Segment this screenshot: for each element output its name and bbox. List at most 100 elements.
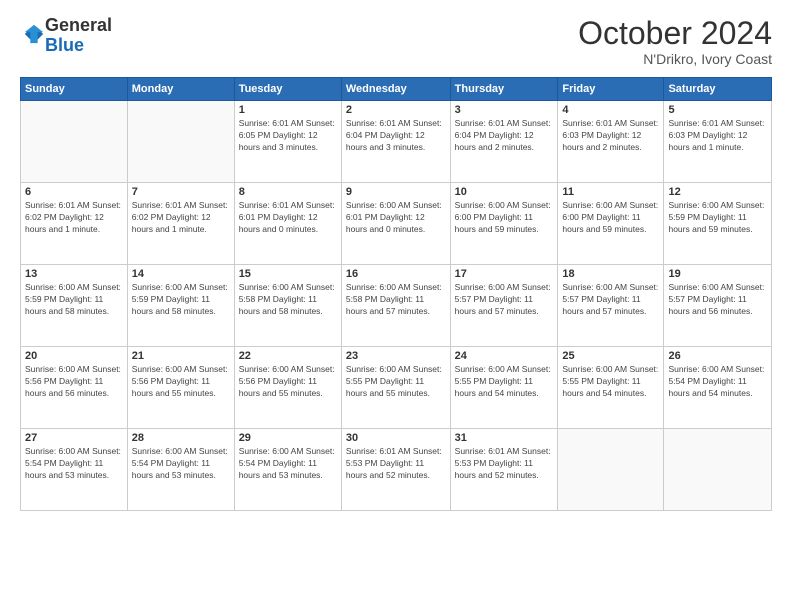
- calendar-cell: 2 Sunrise: 6:01 AM Sunset: 6:04 PM Daylig…: [341, 101, 450, 183]
- calendar-cell: 18 Sunrise: 6:00 AM Sunset: 5:57 PM Dayli…: [558, 265, 664, 347]
- day-info: Sunrise: 6:00 AM Sunset: 5:59 PM Dayligh…: [668, 200, 767, 236]
- calendar-cell: 27Sunrise: 6:00 AM Sunset: 5:54 PM Dayli…: [21, 429, 128, 511]
- day-info: Sunrise: 6:01 AM Sunset: 6:03 PM Dayligh…: [562, 118, 659, 154]
- day-info: Sunrise: 6:01 AM Sunset: 6:02 PM Dayligh…: [25, 200, 123, 236]
- day-number: 26: [668, 350, 767, 362]
- day-info: Sunrise: 6:01 AM Sunset: 6:03 PM Dayligh…: [668, 118, 767, 154]
- calendar-cell: 11Sunrise: 6:00 AM Sunset: 6:00 PM Dayli…: [558, 183, 664, 265]
- calendar-cell: [558, 429, 664, 511]
- day-info: Sunrise: 6:00 AM Sunset: 5:54 PM Dayligh…: [239, 446, 337, 482]
- day-info: Sunrise: 6:00 AM Sunset: 5:57 PM Dayligh…: [668, 282, 767, 318]
- day-info: Sunrise: 6:00 AM Sunset: 5:54 PM Dayligh…: [25, 446, 123, 482]
- day-number: 1: [239, 104, 337, 116]
- calendar-cell: 17 Sunrise: 6:00 AM Sunset: 5:57 PM Dayli…: [450, 265, 558, 347]
- calendar-cell: 9Sunrise: 6:00 AM Sunset: 6:01 PM Daylig…: [341, 183, 450, 265]
- day-number: 22: [239, 350, 337, 362]
- day-info: Sunrise: 6:01 AM Sunset: 6:02 PM Dayligh…: [132, 200, 230, 236]
- logo: General Blue: [20, 16, 112, 56]
- calendar-cell: 20 Sunrise: 6:00 AM Sunset: 5:56 PM Dayli…: [21, 347, 128, 429]
- title-block: October 2024 N'Drikro, Ivory Coast: [578, 16, 772, 67]
- day-number: 3: [455, 104, 554, 116]
- day-number: 16: [346, 268, 446, 280]
- day-number: 28: [132, 432, 230, 444]
- day-info: Sunrise: 6:00 AM Sunset: 5:58 PM Dayligh…: [346, 282, 446, 318]
- day-info: Sunrise: 6:00 AM Sunset: 5:55 PM Dayligh…: [562, 364, 659, 400]
- calendar-table: SundayMondayTuesdayWednesdayThursdayFrid…: [20, 77, 772, 511]
- day-number: 30: [346, 432, 446, 444]
- day-number: 20: [25, 350, 123, 362]
- calendar-cell: 8 Sunrise: 6:01 AM Sunset: 6:01 PM Daylig…: [234, 183, 341, 265]
- calendar-cell: 28 Sunrise: 6:00 AM Sunset: 5:54 PM Dayli…: [127, 429, 234, 511]
- day-info: Sunrise: 6:00 AM Sunset: 5:57 PM Dayligh…: [562, 282, 659, 318]
- day-number: 11: [562, 186, 659, 198]
- day-info: Sunrise: 6:00 AM Sunset: 6:00 PM Dayligh…: [455, 200, 554, 236]
- day-number: 2: [346, 104, 446, 116]
- calendar-cell: [21, 101, 128, 183]
- day-info: Sunrise: 6:00 AM Sunset: 5:56 PM Dayligh…: [239, 364, 337, 400]
- day-header-saturday: Saturday: [664, 78, 772, 101]
- calendar-cell: 26 Sunrise: 6:00 AM Sunset: 5:54 PM Dayli…: [664, 347, 772, 429]
- calendar-cell: 22 Sunrise: 6:00 AM Sunset: 5:56 PM Dayli…: [234, 347, 341, 429]
- day-number: 17: [455, 268, 554, 280]
- day-number: 7: [132, 186, 230, 198]
- logo-blue-text: Blue: [45, 36, 112, 56]
- day-number: 4: [562, 104, 659, 116]
- calendar-cell: 6 Sunrise: 6:01 AM Sunset: 6:02 PM Daylig…: [21, 183, 128, 265]
- calendar-cell: 10 Sunrise: 6:00 AM Sunset: 6:00 PM Dayli…: [450, 183, 558, 265]
- calendar-cell: 23Sunrise: 6:00 AM Sunset: 5:55 PM Dayli…: [341, 347, 450, 429]
- calendar-cell: 12 Sunrise: 6:00 AM Sunset: 5:59 PM Dayli…: [664, 183, 772, 265]
- calendar-cell: 29Sunrise: 6:00 AM Sunset: 5:54 PM Dayli…: [234, 429, 341, 511]
- month-title: October 2024: [578, 16, 772, 51]
- day-info: Sunrise: 6:00 AM Sunset: 5:57 PM Dayligh…: [455, 282, 554, 318]
- day-info: Sunrise: 6:01 AM Sunset: 5:53 PM Dayligh…: [346, 446, 446, 482]
- day-number: 19: [668, 268, 767, 280]
- location: N'Drikro, Ivory Coast: [578, 51, 772, 67]
- calendar-week-row: 6 Sunrise: 6:01 AM Sunset: 6:02 PM Daylig…: [21, 183, 772, 265]
- calendar-cell: 16 Sunrise: 6:00 AM Sunset: 5:58 PM Dayli…: [341, 265, 450, 347]
- day-number: 6: [25, 186, 123, 198]
- calendar-cell: 31 Sunrise: 6:01 AM Sunset: 5:53 PM Dayli…: [450, 429, 558, 511]
- day-info: Sunrise: 6:00 AM Sunset: 5:59 PM Dayligh…: [25, 282, 123, 318]
- calendar-week-row: 13 Sunrise: 6:00 AM Sunset: 5:59 PM Dayli…: [21, 265, 772, 347]
- day-number: 15: [239, 268, 337, 280]
- calendar-cell: 15Sunrise: 6:00 AM Sunset: 5:58 PM Dayli…: [234, 265, 341, 347]
- day-info: Sunrise: 6:00 AM Sunset: 5:56 PM Dayligh…: [132, 364, 230, 400]
- day-number: 31: [455, 432, 554, 444]
- day-info: Sunrise: 6:00 AM Sunset: 5:59 PM Dayligh…: [132, 282, 230, 318]
- logo-icon: [20, 21, 45, 50]
- calendar-cell: [664, 429, 772, 511]
- day-number: 21: [132, 350, 230, 362]
- day-number: 24: [455, 350, 554, 362]
- day-info: Sunrise: 6:01 AM Sunset: 5:53 PM Dayligh…: [455, 446, 554, 482]
- calendar-cell: 7 Sunrise: 6:01 AM Sunset: 6:02 PM Daylig…: [127, 183, 234, 265]
- day-number: 12: [668, 186, 767, 198]
- calendar-week-row: 20 Sunrise: 6:00 AM Sunset: 5:56 PM Dayli…: [21, 347, 772, 429]
- calendar-cell: 30 Sunrise: 6:01 AM Sunset: 5:53 PM Dayli…: [341, 429, 450, 511]
- calendar-cell: 19 Sunrise: 6:00 AM Sunset: 5:57 PM Dayli…: [664, 265, 772, 347]
- day-number: 13: [25, 268, 123, 280]
- day-info: Sunrise: 6:01 AM Sunset: 6:01 PM Dayligh…: [239, 200, 337, 236]
- day-info: Sunrise: 6:00 AM Sunset: 5:54 PM Dayligh…: [132, 446, 230, 482]
- day-number: 25: [562, 350, 659, 362]
- day-info: Sunrise: 6:00 AM Sunset: 5:56 PM Dayligh…: [25, 364, 123, 400]
- calendar-header-row: SundayMondayTuesdayWednesdayThursdayFrid…: [21, 78, 772, 101]
- day-number: 5: [668, 104, 767, 116]
- day-info: Sunrise: 6:00 AM Sunset: 5:54 PM Dayligh…: [668, 364, 767, 400]
- calendar-week-row: 27Sunrise: 6:00 AM Sunset: 5:54 PM Dayli…: [21, 429, 772, 511]
- day-number: 23: [346, 350, 446, 362]
- day-info: Sunrise: 6:01 AM Sunset: 6:04 PM Dayligh…: [346, 118, 446, 154]
- calendar-cell: [127, 101, 234, 183]
- calendar-cell: 4 Sunrise: 6:01 AM Sunset: 6:03 PM Daylig…: [558, 101, 664, 183]
- logo-text: General Blue: [45, 16, 112, 56]
- day-header-monday: Monday: [127, 78, 234, 101]
- calendar-cell: 13 Sunrise: 6:00 AM Sunset: 5:59 PM Dayli…: [21, 265, 128, 347]
- day-info: Sunrise: 6:00 AM Sunset: 6:01 PM Dayligh…: [346, 200, 446, 236]
- day-number: 8: [239, 186, 337, 198]
- calendar-week-row: 1Sunrise: 6:01 AM Sunset: 6:05 PM Daylig…: [21, 101, 772, 183]
- calendar-cell: 24Sunrise: 6:00 AM Sunset: 5:55 PM Dayli…: [450, 347, 558, 429]
- day-number: 18: [562, 268, 659, 280]
- calendar-cell: 21 Sunrise: 6:00 AM Sunset: 5:56 PM Dayli…: [127, 347, 234, 429]
- calendar-cell: 3Sunrise: 6:01 AM Sunset: 6:04 PM Daylig…: [450, 101, 558, 183]
- day-number: 10: [455, 186, 554, 198]
- day-header-thursday: Thursday: [450, 78, 558, 101]
